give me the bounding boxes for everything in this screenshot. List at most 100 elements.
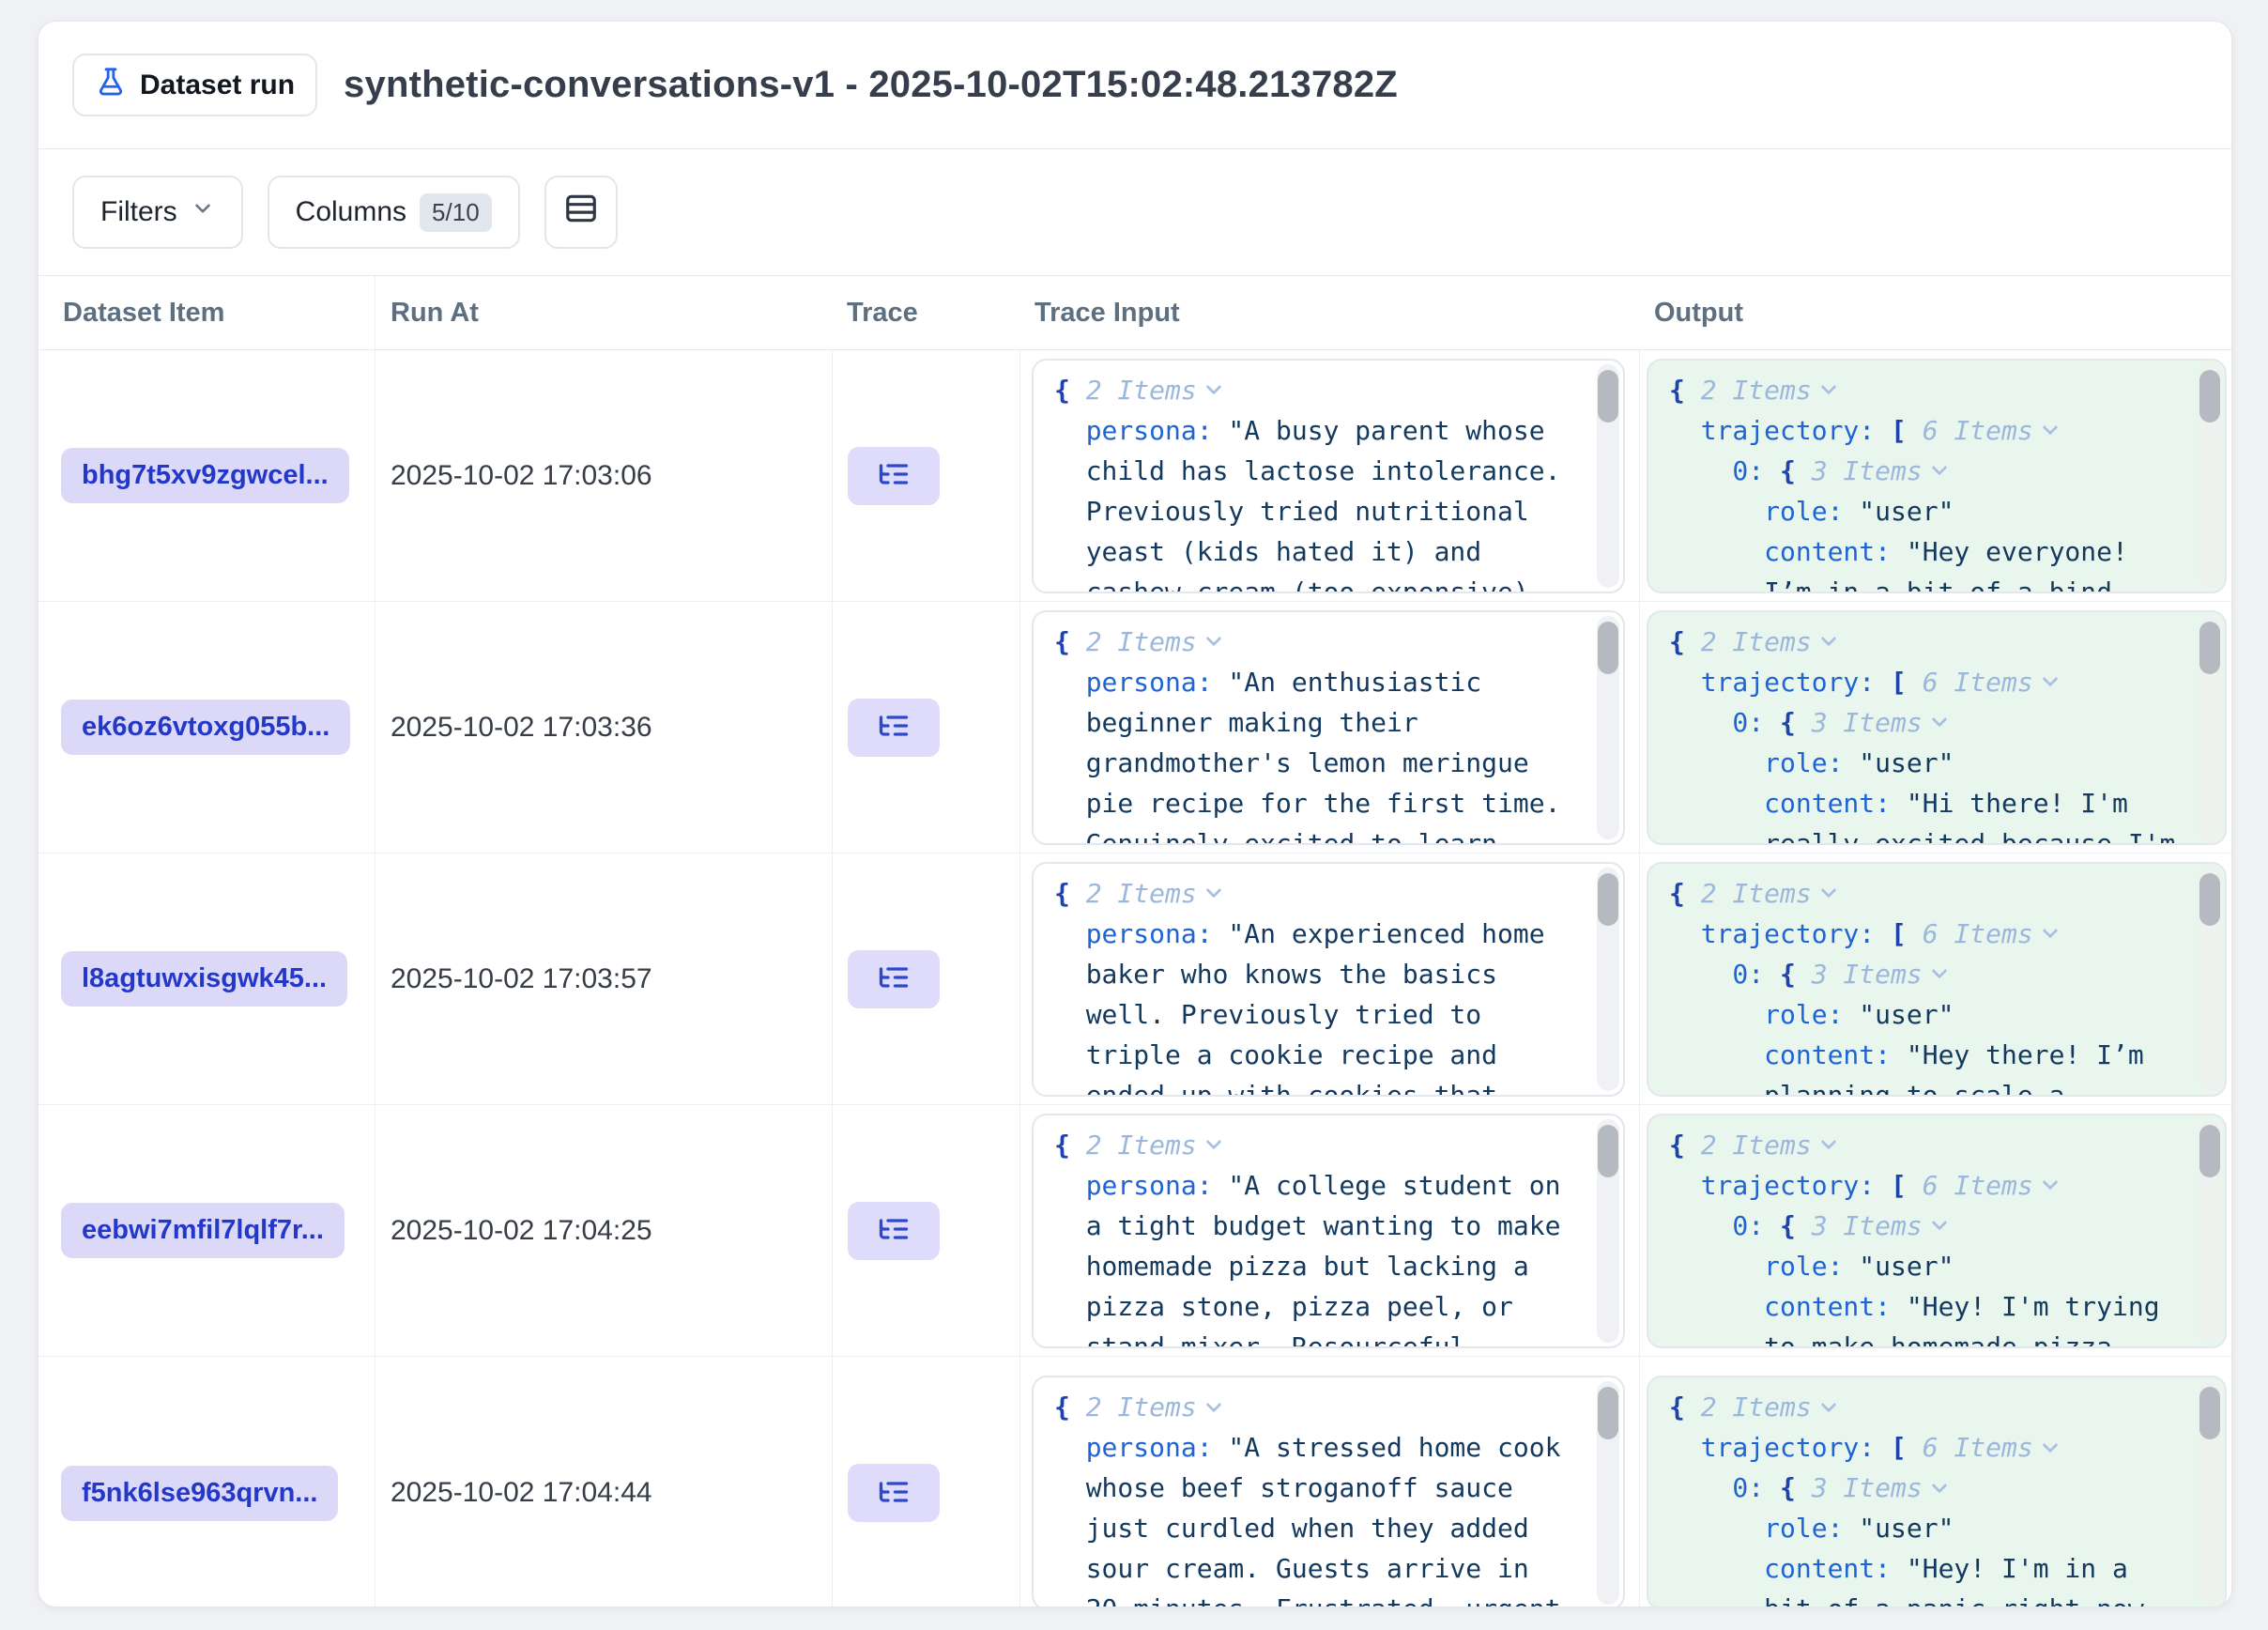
- output-cell: { 2 Itemstrajectory: [ 6 Items0: { 3 Ite…: [1639, 350, 2231, 601]
- filters-button-label: Filters: [100, 196, 177, 228]
- list-tree-icon: [877, 457, 911, 494]
- trace-input-json[interactable]: { 2 Itemspersona: "An enthusiastic begin…: [1032, 610, 1625, 845]
- trace-input-cell: { 2 Itemspersona: "An experienced home b…: [1019, 853, 1639, 1104]
- run-at-value: 2025-10-02 17:03:36: [391, 712, 652, 744]
- output-json[interactable]: { 2 Itemstrajectory: [ 6 Items0: { 3 Ite…: [1647, 610, 2227, 845]
- run-at-cell: 2025-10-02 17:04:44: [375, 1357, 832, 1607]
- json-content: { 2 Itemstrajectory: [ 6 Items0: { 3 Ite…: [1648, 1115, 2180, 1348]
- flask-icon: [95, 67, 127, 103]
- dataset-item-cell: l8agtuwxisgwk45...: [38, 853, 375, 1104]
- output-json[interactable]: { 2 Itemstrajectory: [ 6 Items0: { 3 Ite…: [1647, 1114, 2227, 1348]
- scrollbar-thumb[interactable]: [1598, 1125, 1618, 1177]
- table-row: f5nk6lse963qrvn... 2025-10-02 17:04:44: [38, 1357, 2231, 1607]
- dataset-item-badge[interactable]: ek6oz6vtoxg055b...: [61, 700, 350, 755]
- trace-cell: [832, 1105, 1019, 1356]
- list-tree-icon: [877, 1212, 911, 1249]
- scrollbar-thumb[interactable]: [1598, 1387, 1618, 1439]
- list-tree-icon: [877, 961, 911, 997]
- dataset-run-badge: Dataset run: [72, 54, 317, 116]
- trace-button[interactable]: [848, 1202, 940, 1260]
- trace-button[interactable]: [848, 950, 940, 1008]
- output-cell: { 2 Itemstrajectory: [ 6 Items0: { 3 Ite…: [1639, 1357, 2231, 1607]
- row-height-button[interactable]: [544, 176, 618, 249]
- trace-button[interactable]: [848, 447, 940, 505]
- trace-button[interactable]: [848, 699, 940, 757]
- table-row: bhg7t5xv9zgwcel... 2025-10-02 17:03:06: [38, 350, 2231, 602]
- run-at-value: 2025-10-02 17:03:57: [391, 963, 652, 995]
- chevron-down-icon: [191, 196, 215, 228]
- json-content: { 2 Itemspersona: "An experienced home b…: [1034, 864, 1565, 1097]
- scrollbar-thumb[interactable]: [2199, 622, 2220, 674]
- scrollbar[interactable]: [1597, 1119, 1619, 1343]
- scrollbar[interactable]: [1597, 868, 1619, 1091]
- json-content: { 2 Itemstrajectory: [ 6 Items0: { 3 Ite…: [1648, 612, 2180, 845]
- scrollbar-thumb[interactable]: [2199, 1125, 2220, 1177]
- scrollbar-thumb[interactable]: [1598, 370, 1618, 423]
- scrollbar[interactable]: [1597, 1381, 1619, 1605]
- output-cell: { 2 Itemstrajectory: [ 6 Items0: { 3 Ite…: [1639, 602, 2231, 853]
- table-row: l8agtuwxisgwk45... 2025-10-02 17:03:57: [38, 853, 2231, 1105]
- dataset-item-badge[interactable]: f5nk6lse963qrvn...: [61, 1466, 338, 1521]
- column-header-run-at: Run At: [375, 276, 832, 349]
- dataset-item-badge[interactable]: l8agtuwxisgwk45...: [61, 951, 347, 1007]
- scrollbar[interactable]: [2199, 1119, 2221, 1343]
- run-at-cell: 2025-10-02 17:03:36: [375, 602, 832, 853]
- scrollbar[interactable]: [2199, 364, 2221, 588]
- dataset-run-card: Dataset run synthetic-conversations-v1 -…: [38, 21, 2232, 1607]
- card-header: Dataset run synthetic-conversations-v1 -…: [38, 22, 2231, 149]
- output-json[interactable]: { 2 Itemstrajectory: [ 6 Items0: { 3 Ite…: [1647, 862, 2227, 1097]
- dataset-item-cell: bhg7t5xv9zgwcel...: [38, 350, 375, 601]
- column-header-output: Output: [1639, 276, 2231, 349]
- table-body: bhg7t5xv9zgwcel... 2025-10-02 17:03:06: [38, 350, 2231, 1607]
- scrollbar[interactable]: [2199, 868, 2221, 1091]
- output-json[interactable]: { 2 Itemstrajectory: [ 6 Items0: { 3 Ite…: [1647, 359, 2227, 593]
- scrollbar-thumb[interactable]: [1598, 622, 1618, 674]
- json-content: { 2 Itemspersona: "A college student on …: [1034, 1115, 1565, 1348]
- dataset-run-badge-label: Dataset run: [140, 69, 295, 101]
- dataset-item-badge[interactable]: bhg7t5xv9zgwcel...: [61, 448, 349, 503]
- json-content: { 2 Itemstrajectory: [ 6 Items0: { 3 Ite…: [1648, 361, 2180, 593]
- column-header-trace-input: Trace Input: [1019, 276, 1639, 349]
- scrollbar[interactable]: [1597, 364, 1619, 588]
- toolbar: Filters Columns 5/10: [38, 149, 2231, 275]
- json-content: { 2 Itemspersona: "A busy parent whose c…: [1034, 361, 1565, 593]
- scrollbar[interactable]: [1597, 616, 1619, 839]
- trace-cell: [832, 602, 1019, 853]
- list-tree-icon: [877, 1475, 911, 1512]
- trace-button[interactable]: [848, 1464, 940, 1522]
- rows-icon: [563, 191, 599, 234]
- trace-cell: [832, 853, 1019, 1104]
- filters-button[interactable]: Filters: [72, 176, 243, 249]
- dataset-item-cell: ek6oz6vtoxg055b...: [38, 602, 375, 853]
- scrollbar-thumb[interactable]: [2199, 873, 2220, 926]
- dataset-item-badge[interactable]: eebwi7mfil7lqlf7r...: [61, 1203, 345, 1258]
- json-content: { 2 Itemstrajectory: [ 6 Items0: { 3 Ite…: [1648, 864, 2180, 1097]
- trace-cell: [832, 1357, 1019, 1607]
- json-content: { 2 Itemspersona: "A stressed home cook …: [1034, 1377, 1565, 1607]
- trace-input-json[interactable]: { 2 Itemspersona: "A stressed home cook …: [1032, 1376, 1625, 1607]
- page-title: synthetic-conversations-v1 - 2025-10-02T…: [344, 64, 1398, 106]
- trace-input-json[interactable]: { 2 Itemspersona: "An experienced home b…: [1032, 862, 1625, 1097]
- output-cell: { 2 Itemstrajectory: [ 6 Items0: { 3 Ite…: [1639, 853, 2231, 1104]
- list-tree-icon: [877, 709, 911, 746]
- run-at-value: 2025-10-02 17:03:06: [391, 460, 652, 492]
- trace-input-json[interactable]: { 2 Itemspersona: "A busy parent whose c…: [1032, 359, 1625, 593]
- scrollbar[interactable]: [2199, 616, 2221, 839]
- table-row: ek6oz6vtoxg055b... 2025-10-02 17:03:36: [38, 602, 2231, 853]
- dataset-item-cell: f5nk6lse963qrvn...: [38, 1357, 375, 1607]
- scrollbar-thumb[interactable]: [1598, 873, 1618, 926]
- run-at-value: 2025-10-02 17:04:25: [391, 1215, 652, 1247]
- table-header: Dataset Item Run At Trace Trace Input Ou…: [38, 275, 2231, 350]
- columns-button[interactable]: Columns 5/10: [268, 176, 520, 249]
- columns-count-badge: 5/10: [420, 193, 492, 232]
- output-json[interactable]: { 2 Itemstrajectory: [ 6 Items0: { 3 Ite…: [1647, 1376, 2227, 1607]
- trace-input-json[interactable]: { 2 Itemspersona: "A college student on …: [1032, 1114, 1625, 1348]
- dataset-item-cell: eebwi7mfil7lqlf7r...: [38, 1105, 375, 1356]
- columns-button-label: Columns: [296, 196, 406, 228]
- trace-input-cell: { 2 Itemspersona: "A college student on …: [1019, 1105, 1639, 1356]
- scrollbar-thumb[interactable]: [2199, 370, 2220, 423]
- run-at-cell: 2025-10-02 17:03:06: [375, 350, 832, 601]
- trace-input-cell: { 2 Itemspersona: "An enthusiastic begin…: [1019, 602, 1639, 853]
- scrollbar-thumb[interactable]: [2199, 1387, 2220, 1439]
- scrollbar[interactable]: [2199, 1381, 2221, 1605]
